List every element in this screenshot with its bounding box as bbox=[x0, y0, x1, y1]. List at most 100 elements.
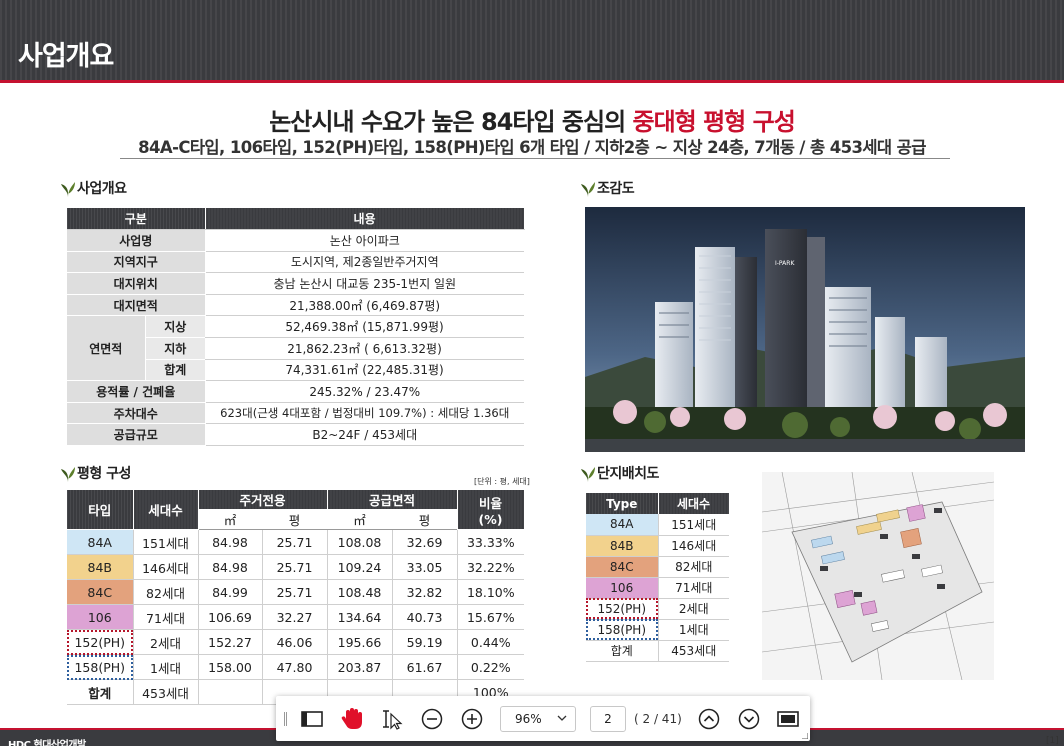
cell: 0.22% bbox=[456, 654, 525, 680]
row-value: 21,862.23㎡ ( 6,613.32평) bbox=[205, 337, 524, 360]
column-header: Type bbox=[586, 493, 659, 514]
cell: 15.67% bbox=[456, 604, 525, 630]
column-header: 내용 bbox=[205, 208, 525, 231]
cell: 195.66 bbox=[326, 629, 393, 655]
header-accent-line bbox=[0, 80, 1064, 83]
column-header: 세대수 bbox=[658, 493, 730, 514]
table-row: 84C 82세대 84.99 25.71 108.48 32.82 18.10% bbox=[67, 579, 525, 605]
table-header-row: Type 세대수 bbox=[586, 493, 730, 514]
cell: 25.71 bbox=[261, 529, 328, 555]
resize-corner-icon[interactable] bbox=[802, 733, 808, 739]
table-row: 대지면적 21,388.00㎡ (6,469.87평) bbox=[67, 294, 524, 317]
table-row-total: 합계 453세대 bbox=[586, 640, 729, 662]
row-label: 공급규모 bbox=[67, 423, 206, 447]
cell: 33.33% bbox=[456, 529, 525, 555]
section-title-overview-label: 사업개요 bbox=[77, 181, 127, 197]
column-subheader: ㎡ bbox=[327, 509, 393, 530]
cell: 84.98 bbox=[197, 529, 262, 555]
view-mode-icon bbox=[777, 711, 799, 727]
count-cell: 2세대 bbox=[657, 598, 729, 620]
count-cell: 146세대 bbox=[657, 535, 729, 557]
zoom-out-icon bbox=[421, 708, 443, 730]
cell: 32.82 bbox=[391, 579, 458, 605]
cell: 46.06 bbox=[261, 629, 328, 655]
cell: 32.27 bbox=[261, 604, 328, 630]
row-label: 용적률 / 건폐율 bbox=[67, 380, 206, 403]
zoom-out-button[interactable] bbox=[420, 707, 444, 731]
site-plan bbox=[762, 472, 994, 680]
section-title-overview: 사업개요 bbox=[60, 178, 127, 198]
count-cell: 146세대 bbox=[132, 554, 198, 580]
column-header: 주거전용 bbox=[198, 490, 328, 510]
count-cell: 1세대 bbox=[657, 619, 729, 641]
row-value: 도시지역, 제2종일반주거지역 bbox=[205, 251, 524, 274]
type-cell: 152(PH) bbox=[586, 598, 658, 620]
headline-highlight: 중대형 평형 구성 bbox=[632, 108, 796, 136]
column-header: 세대수 bbox=[133, 490, 199, 530]
column-header: 구분 bbox=[67, 208, 206, 231]
type-cell: 84A bbox=[586, 514, 658, 536]
building-illustration: I-PARK bbox=[585, 207, 1025, 452]
zoom-value: 96% bbox=[515, 712, 542, 726]
row-label: 대지면적 bbox=[67, 294, 206, 317]
leaf-icon bbox=[581, 182, 595, 197]
type-cell: 합계 bbox=[586, 640, 658, 662]
type-cell: 84C bbox=[67, 579, 133, 605]
section-title-siteplan: 단지배치도 bbox=[580, 463, 659, 483]
row-value: 245.32% / 23.47% bbox=[205, 380, 524, 403]
table-row: 84B 146세대 bbox=[586, 535, 729, 557]
sidebar-toggle-button[interactable] bbox=[300, 707, 324, 731]
view-mode-button[interactable] bbox=[776, 707, 800, 731]
section-title-units-label: 평형 구성 bbox=[77, 466, 131, 482]
row-value: 21,388.00㎡ (6,469.87평) bbox=[205, 294, 524, 317]
leaf-icon bbox=[61, 467, 75, 482]
table-row: 대지위치 충남 논산시 대교동 235-1번지 일원 bbox=[67, 272, 524, 295]
row-sublabel: 지상 bbox=[145, 315, 205, 339]
column-subheader: 평 bbox=[392, 509, 458, 530]
section-title-siteplan-label: 단지배치도 bbox=[597, 466, 659, 482]
zoom-select[interactable]: 96% bbox=[500, 706, 576, 732]
table-row: 158(PH) 1세대 bbox=[586, 619, 729, 641]
section-title-birdseye: 조감도 bbox=[580, 178, 635, 198]
zoom-in-button[interactable] bbox=[460, 707, 484, 731]
headline: 논산시내 수요가 높은 84타입 중심의 중대형 평형 구성 bbox=[0, 102, 1064, 137]
cell: 25.71 bbox=[261, 579, 328, 605]
hand-tool-button[interactable] bbox=[340, 707, 364, 731]
hdc-logo: HDC 현대산업개발 bbox=[8, 740, 86, 746]
column-subheader: 평 bbox=[262, 509, 328, 530]
sidebar-toggle-icon bbox=[301, 711, 323, 727]
cell: 33.05 bbox=[391, 554, 458, 580]
row-value: 74,331.61㎡ (22,485.31평) bbox=[205, 359, 524, 382]
text-select-button[interactable] bbox=[380, 707, 404, 731]
count-cell: 71세대 bbox=[132, 604, 198, 630]
next-page-button[interactable] bbox=[737, 707, 761, 731]
column-header: 타입 bbox=[67, 490, 134, 530]
drag-handle-icon[interactable] bbox=[284, 712, 287, 726]
table-row: 공급규모 B2~24F / 453세대 bbox=[67, 423, 524, 447]
table-row: 연면적 지상 52,469.38㎡ (15,871.99평) bbox=[67, 315, 524, 382]
table-row: 84A 151세대 84.98 25.71 108.08 32.69 33.33… bbox=[67, 529, 525, 555]
type-cell: 158(PH) bbox=[586, 619, 658, 641]
row-value: B2~24F / 453세대 bbox=[205, 423, 524, 447]
row-label: 주차대수 bbox=[67, 402, 206, 425]
cell: 25.71 bbox=[261, 554, 328, 580]
row-sublabel: 합계 bbox=[145, 359, 205, 382]
table-row: 사업명 논산 아이파크 bbox=[67, 229, 524, 252]
header-bar: 사업개요 bbox=[0, 0, 1064, 80]
ratio-header-line2: (%) bbox=[478, 511, 503, 527]
page-title: 사업개요 bbox=[18, 41, 114, 72]
cell: 18.10% bbox=[456, 579, 525, 605]
cell: 84.99 bbox=[197, 579, 262, 605]
page-number-input[interactable]: 2 bbox=[590, 706, 626, 732]
row-label: 사업명 bbox=[67, 229, 206, 252]
cell: 32.22% bbox=[456, 554, 525, 580]
row-label: 지역지구 bbox=[67, 251, 206, 274]
pdf-toolbar: 96% 2 ( 2 / 41) bbox=[276, 696, 810, 741]
divider bbox=[120, 158, 950, 159]
table-row: 106 71세대 106.69 32.27 134.64 40.73 15.67… bbox=[67, 604, 525, 630]
table-header-row: 타입 세대수 주거전용 공급면적 비율 (%) bbox=[67, 490, 525, 530]
previous-page-button[interactable] bbox=[697, 707, 721, 731]
table-row: 용적률 / 건폐율 245.32% / 23.47% bbox=[67, 380, 524, 403]
headline-text: 논산시내 수요가 높은 84타입 중심의 bbox=[269, 108, 633, 136]
cell: 47.80 bbox=[261, 654, 328, 680]
